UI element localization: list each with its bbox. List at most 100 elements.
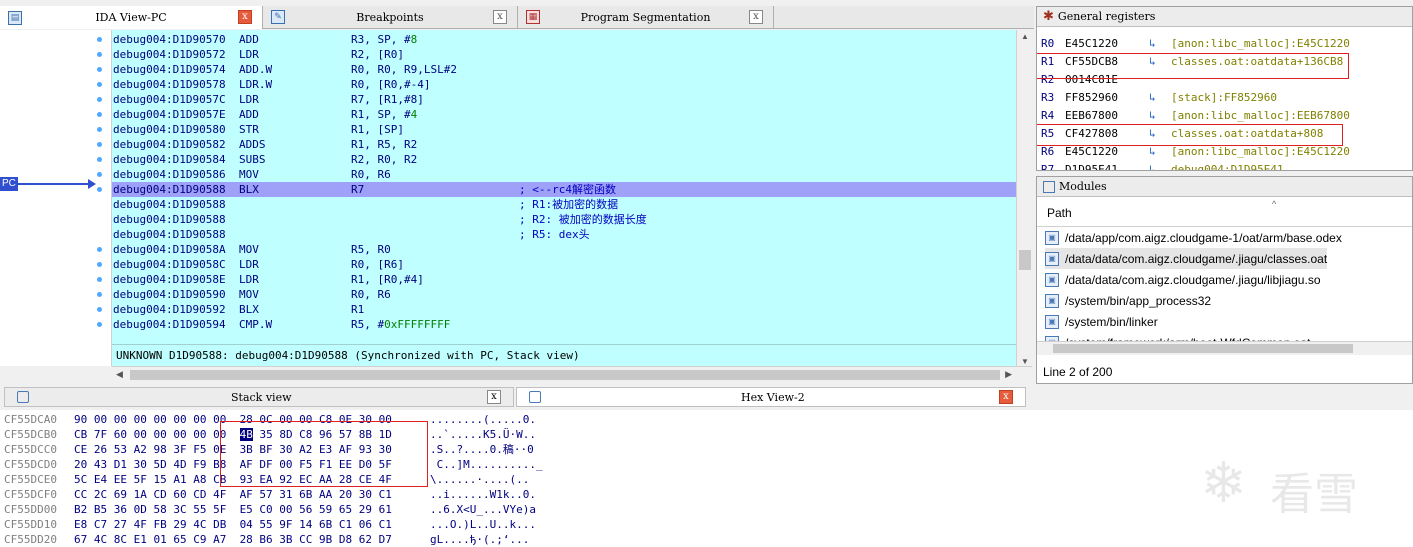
line-dot[interactable] (97, 97, 102, 102)
module-item[interactable]: ▣ /system/bin/app_process32 (1045, 290, 1211, 311)
close-icon[interactable]: x (493, 10, 507, 24)
module-item[interactable]: ▣ /data/data/com.aigz.cloudgame/.jiagu/li… (1045, 269, 1321, 290)
code-line[interactable]: debug004:D1D90592 BLX R1 (112, 302, 1016, 317)
register-value[interactable]: FF852960 (1065, 89, 1149, 107)
line-dot[interactable] (97, 37, 102, 42)
line-dot[interactable] (97, 247, 102, 252)
close-icon[interactable]: x (999, 390, 1013, 404)
register-comment[interactable]: classes.oat:oatdata+136CB8 (1171, 55, 1343, 68)
line-dot[interactable] (97, 307, 102, 312)
line-dot[interactable] (97, 157, 102, 162)
scroll-down-icon[interactable]: ▼ (1021, 357, 1029, 366)
hex-ascii[interactable]: ..i......W1k..0. (430, 488, 536, 501)
register-row[interactable]: R3 FF852960 ↳ [stack]:FF852960 (1041, 89, 1277, 107)
register-comment[interactable]: [anon:libc_malloc]:E45C1220 (1171, 37, 1350, 50)
code-line[interactable]: debug004:D1D90586 MOV R0, R6 (112, 167, 1016, 182)
register-row[interactable]: R6 E45C1220 ↳ [anon:libc_malloc]:E45C1220 (1041, 143, 1350, 161)
code-line[interactable]: debug004:D1D90584 SUBS R2, R0, R2 (112, 152, 1016, 167)
code-line[interactable]: debug004:D1D90570 ADD R3, SP, #8 (112, 32, 1016, 47)
close-icon[interactable]: x (487, 390, 501, 404)
code-line[interactable]: debug004:D1D90588 ; R1:被加密的数据 (112, 197, 1016, 212)
line-dot[interactable] (97, 292, 102, 297)
hex-ascii[interactable]: \......·....(.. (430, 473, 529, 486)
line-dot[interactable] (97, 262, 102, 267)
register-value[interactable]: E45C1220 (1065, 143, 1149, 161)
code-line[interactable]: debug004:D1D90578 LDR.W R0, [R0,#-4] (112, 77, 1016, 92)
code-line[interactable]: debug004:D1D9058A MOV R5, R0 (112, 242, 1016, 257)
hex-ascii[interactable]: ..`.....K5.Ü·W.. (430, 428, 536, 441)
hex-line[interactable]: CF55DCA0 90 00 00 00 00 00 00 00 28 0C 00… (4, 412, 536, 427)
code-line[interactable]: debug004:D1D9057C LDR R7, [R1,#8] (112, 92, 1016, 107)
code-line[interactable]: debug004:D1D90574 ADD.W R0, R0, R9,LSL#2 (112, 62, 1016, 77)
hex-line[interactable]: CF55DCE0 5C E4 EE 5F 15 A1 A8 CB 93 EA 92… (4, 472, 529, 487)
code-line[interactable]: debug004:D1D90590 MOV R0, R6 (112, 287, 1016, 302)
code-line[interactable]: debug004:D1D9058E LDR R1, [R0,#4] (112, 272, 1016, 287)
scroll-thumb[interactable] (1019, 250, 1031, 270)
hex-bytes[interactable]: 67 4C 8C E1 01 65 C9 A7 28 B6 3B CC 9B D… (74, 532, 430, 547)
hex-ascii[interactable]: ..6.X<U_...VYe)a (430, 503, 536, 516)
module-item[interactable]: ▣ /system/bin/linker (1045, 311, 1158, 332)
line-dot[interactable] (97, 277, 102, 282)
code-line[interactable]: debug004:D1D90582 ADDS R1, R5, R2 (112, 137, 1016, 152)
vertical-scrollbar[interactable]: ▲ ▼ (1016, 30, 1032, 368)
hex-line[interactable]: CF55DD10 E8 C7 27 4F FB 29 4C DB 04 55 9F… (4, 517, 536, 532)
hex-ascii[interactable]: ...O.)L..U..k... (430, 518, 536, 531)
code-line[interactable]: debug004:D1D9058C LDR R0, [R6] (112, 257, 1016, 272)
register-value[interactable]: CF55DCB8 (1065, 53, 1149, 71)
hex-line[interactable]: CF55DD20 67 4C 8C E1 01 65 C9 A7 28 B6 3B… (4, 532, 529, 547)
selected-byte[interactable]: 4B (239, 428, 253, 441)
register-row[interactable]: R0 E45C1220 ↳ [anon:libc_malloc]:E45C1220 (1041, 35, 1350, 53)
module-item[interactable]: ▣ /data/app/com.aigz.cloudgame-1/oat/arm/… (1045, 227, 1342, 248)
scroll-left-icon[interactable]: ◀ (116, 369, 123, 380)
line-dot[interactable] (97, 82, 102, 87)
register-row[interactable]: R1 CF55DCB8 ↳ classes.oat:oatdata+136CB8 (1041, 53, 1343, 71)
hex-bytes[interactable]: 5C E4 EE 5F 15 A1 A8 CB 93 EA 92 EC AA 2… (74, 472, 430, 487)
line-dot[interactable] (97, 142, 102, 147)
line-dot[interactable] (97, 112, 102, 117)
code-line[interactable]: debug004:D1D90572 LDR R2, [R0] (112, 47, 1016, 62)
hex-line[interactable]: CF55DCC0 CE 26 53 A2 98 3F F5 0E 3B BF 30… (4, 442, 534, 457)
hex-bytes[interactable]: E8 C7 27 4F FB 29 4C DB 04 55 9F 14 6B C… (74, 517, 430, 532)
register-row[interactable]: R7 D1D95E41 ↳ debug004:D1D95E41 (1041, 161, 1284, 170)
code-line[interactable]: debug004:D1D90580 STR R1, [SP] (112, 122, 1016, 137)
hex-ascii[interactable]: C..]M.........._ (430, 458, 543, 471)
register-row[interactable]: R5 CF427808 ↳ classes.oat:oatdata+808 (1041, 125, 1323, 143)
register-value[interactable]: CF427808 (1065, 125, 1149, 143)
hex-bytes[interactable]: CB 7F 60 00 00 00 00 00 4B 35 8D C8 96 5… (74, 427, 430, 442)
horizontal-scrollbar[interactable]: ◀ ▶ (112, 366, 1032, 382)
register-comment[interactable]: [anon:libc_malloc]:EEB67800 (1171, 109, 1350, 122)
close-icon[interactable]: x (238, 10, 252, 24)
disassembly-listing[interactable]: debug004:D1D90570 ADD R3, SP, #8 debug004:D… (112, 30, 1016, 366)
hex-view-panel[interactable]: CF55DCA0 90 00 00 00 00 00 00 00 28 0C 00… (0, 410, 1413, 547)
hex-ascii[interactable]: gL....ђ·(.;‘... (430, 533, 529, 546)
stack-view-tab[interactable]: Stack view x (4, 387, 514, 407)
hex-ascii[interactable]: ........(.....0. (430, 413, 536, 426)
hex-bytes[interactable]: 90 00 00 00 00 00 00 00 28 0C 00 00 C8 0… (74, 412, 430, 427)
hex-line[interactable]: CF55DCD0 20 43 D1 30 5D 4D F9 B8 AF DF 00… (4, 457, 543, 472)
hex-bytes[interactable]: B2 B5 36 0D 58 3C 55 5F E5 C0 00 56 59 6… (74, 502, 430, 517)
hex-ascii[interactable]: .S..?....0.稿··0 (430, 443, 534, 456)
modules-hscroll[interactable] (1037, 341, 1412, 355)
register-value[interactable]: E45C1220 (1065, 35, 1149, 53)
line-dot[interactable] (97, 52, 102, 57)
line-dot[interactable] (97, 322, 102, 327)
code-line[interactable]: debug004:D1D90588 BLX R7 ; <--rc4解密函数 (112, 182, 1016, 197)
tab-program-segmentation[interactable]: ▦ Program Segmentation x (518, 6, 774, 28)
scroll-up-icon[interactable]: ▲ (1021, 32, 1029, 41)
hex-bytes[interactable]: CC 2C 69 1A CD 60 CD 4F AF 57 31 6B AA 2… (74, 487, 430, 502)
code-line[interactable]: debug004:D1D90588 ; R5: dex头 (112, 227, 1016, 242)
register-row[interactable]: R4 EEB67800 ↳ [anon:libc_malloc]:EEB67800 (1041, 107, 1350, 125)
hex-line[interactable]: CF55DCF0 CC 2C 69 1A CD 60 CD 4F AF 57 31… (4, 487, 536, 502)
hex-view-tab[interactable]: Hex View-2 x (516, 387, 1026, 407)
line-dot[interactable] (97, 187, 102, 192)
register-value[interactable]: 0014C81E (1065, 71, 1149, 89)
code-line[interactable]: debug004:D1D90588 ; R2: 被加密的数据长度 (112, 212, 1016, 227)
line-dot[interactable] (97, 172, 102, 177)
register-comment[interactable]: classes.oat:oatdata+808 (1171, 127, 1323, 140)
line-dot[interactable] (97, 67, 102, 72)
hex-line[interactable]: CF55DCB0 CB 7F 60 00 00 00 00 00 4B 35 8D… (4, 427, 536, 442)
scroll-right-icon[interactable]: ▶ (1005, 369, 1012, 380)
modules-column-header[interactable]: Path ^ (1037, 199, 1412, 227)
register-comment[interactable]: [stack]:FF852960 (1171, 91, 1277, 104)
register-comment[interactable]: debug004:D1D95E41 (1171, 163, 1284, 170)
